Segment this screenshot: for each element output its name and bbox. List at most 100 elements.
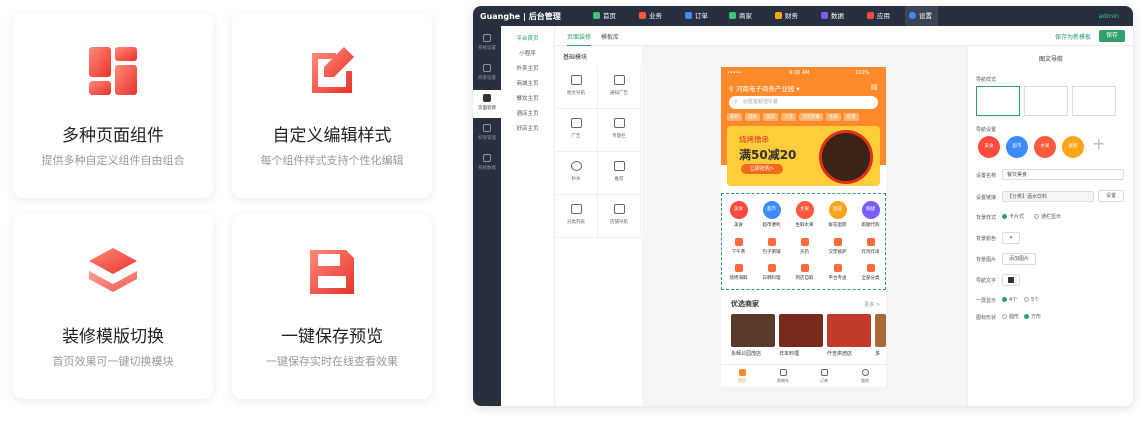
nav-merchants[interactable]: 商家 <box>729 6 752 26</box>
tag[interactable]: 酒水 <box>745 113 760 121</box>
bg-style-label: 背景样式 <box>976 215 997 221</box>
small-nav-item[interactable]: 炸鸡炸串 <box>854 238 887 255</box>
subnav-miniprogram[interactable]: 小程序 <box>501 47 554 62</box>
per-row-4-radio[interactable]: 4个 <box>1002 296 1017 303</box>
text-color-picker[interactable] <box>1002 274 1020 286</box>
nav-home[interactable]: 首页 <box>593 6 616 26</box>
tab-home[interactable]: 首页 <box>727 369 757 384</box>
banner-buy-button[interactable]: 立即抢购> <box>741 164 783 174</box>
user-icon <box>861 369 869 376</box>
food-image <box>819 130 873 184</box>
tag[interactable]: 汉堡 <box>781 113 796 121</box>
user-icon <box>483 124 491 132</box>
merchant-card[interactable]: 日本料理 <box>779 314 823 357</box>
link-set-button[interactable]: 设置 <box>1098 190 1124 202</box>
user-menu[interactable]: admin <box>1099 6 1119 26</box>
nav-style-option-selected[interactable] <box>976 86 1020 116</box>
banner-title: 烧烤撸串 <box>739 135 769 144</box>
small-nav-item[interactable]: 汉堡披萨 <box>821 238 854 255</box>
nav-style-option[interactable] <box>1024 86 1068 116</box>
nav-icon-setting[interactable]: 蛋糕 <box>1060 136 1086 161</box>
nav-icon-setting[interactable]: 超市 <box>1004 136 1030 161</box>
per-row-5-radio[interactable]: 5个 <box>1024 296 1039 303</box>
nav-icon-item[interactable]: 蛋糕 鲜花蛋糕 <box>821 201 854 228</box>
shape-round-radio[interactable]: 圆形 <box>1002 313 1019 320</box>
nav-finance[interactable]: 财务 <box>775 6 798 26</box>
subnav-dining[interactable]: 餐饮主页 <box>501 92 554 107</box>
component-topic[interactable]: 专题栏 <box>598 109 641 152</box>
sidebar-item-permission[interactable]: 权限管理 <box>473 120 501 148</box>
subnav-mall[interactable]: 商城主页 <box>501 77 554 92</box>
image-nav-block[interactable]: 美食 美食 超市 超市便利 水果 生鲜水果 蛋糕 鲜花蛋糕 跑腿 跑腿代购 下午茶 包子粥… <box>721 193 886 290</box>
name-input[interactable]: 餐饮美食 <box>1002 169 1124 180</box>
small-nav-item[interactable]: 烧烤海鲜 <box>722 264 755 281</box>
feature-card-template-switch: 装修模版切换 首页效果可一键切换模块 <box>13 214 213 399</box>
tab-profile[interactable]: 我的 <box>850 369 880 384</box>
small-nav-item[interactable]: 包子粥铺 <box>755 238 788 255</box>
tab-cart[interactable]: 购物车 <box>768 369 798 384</box>
tag[interactable]: 汉堡套餐 <box>799 113 823 121</box>
hot-tags: 披萨 酒水 旅游 汉堡 汉堡套餐 生鲜 奶茶 <box>727 113 887 121</box>
more-link[interactable]: 更多 > <box>864 301 880 308</box>
component-notice[interactable]: 通知广告 <box>598 66 641 109</box>
list-icon <box>570 204 582 214</box>
nav-settings[interactable]: 设置 <box>905 6 938 26</box>
sidebar-item-system[interactable]: 系统设置 <box>473 30 501 58</box>
nav-data[interactable]: 数据 <box>821 6 844 26</box>
nav-icon-item[interactable]: 水果 生鲜水果 <box>788 201 821 228</box>
save-button[interactable]: 保存 <box>1099 30 1125 42</box>
nav-business[interactable]: 业务 <box>639 6 662 26</box>
nav-icon-item[interactable]: 跑腿 跑腿代购 <box>854 201 887 228</box>
link-input[interactable]: 【分类】酒水饮料 <box>1002 191 1094 202</box>
sidebar-item-data[interactable]: 系统数据 <box>473 150 501 178</box>
small-nav-item[interactable]: 平台专送 <box>821 264 854 281</box>
bg-style-card-radio[interactable]: 卡片式 <box>1002 213 1024 220</box>
component-ad[interactable]: 广告 <box>555 109 598 152</box>
message-icon[interactable]: ▤ <box>871 83 878 91</box>
search-icon: ⚲ <box>734 99 738 105</box>
nav-style-option[interactable] <box>1072 86 1116 116</box>
component-flashsale[interactable]: 秒杀 <box>555 152 598 195</box>
add-icon[interactable]: + <box>1092 134 1105 153</box>
bg-style-full-radio[interactable]: 通栏显示 <box>1034 213 1061 220</box>
merchant-card[interactable]: 仟吉烘焙店 <box>827 314 871 357</box>
component-image-nav[interactable]: 图文导航 <box>555 66 598 109</box>
merchant-card[interactable]: 多 <box>875 314 886 357</box>
nav-icon-item[interactable]: 美食 美食 <box>722 201 755 228</box>
nav-orders[interactable]: 订单 <box>685 6 708 26</box>
small-nav-item[interactable]: 下午茶 <box>722 238 755 255</box>
tag[interactable]: 披萨 <box>727 113 742 121</box>
small-nav-item[interactable]: 全部分类 <box>854 264 887 281</box>
promo-banner[interactable]: 烧烤撸串 满50减20 立即抢购> <box>727 126 880 186</box>
tag[interactable]: 旅游 <box>763 113 778 121</box>
shape-square-radio[interactable]: 方形 <box>1024 313 1041 320</box>
sidebar-item-merchant[interactable]: 商家设置 <box>473 60 501 88</box>
subnav-takeout[interactable]: 外卖主页 <box>501 62 554 77</box>
add-image-button[interactable]: 添加图片 <box>1002 253 1036 265</box>
sidebar-item-decoration[interactable]: 页面装修 <box>473 90 501 118</box>
phone-search-input[interactable]: ⚲ 必胜客超值午餐 <box>729 96 878 109</box>
small-nav-item[interactable]: 日韩料理 <box>755 264 788 281</box>
small-nav-item[interactable]: 买药 <box>788 238 821 255</box>
subnav-platform-home[interactable]: 平台首页 <box>501 32 554 47</box>
small-nav-item[interactable]: 到店自取 <box>788 264 821 281</box>
nav-icon-item[interactable]: 超市 超市便利 <box>755 201 788 228</box>
nav-icon-setting[interactable]: 美食 <box>976 136 1002 161</box>
tag[interactable]: 生鲜 <box>826 113 841 121</box>
tab-template-library[interactable]: 模板库 <box>601 32 619 41</box>
bg-color-picker[interactable]: ▾ <box>1002 232 1020 244</box>
component-store-nav[interactable]: 店铺导航 <box>598 195 641 238</box>
location-selector[interactable]: ⚲ 河南电子商务产业园 ▾ <box>729 83 800 93</box>
tab-decoration[interactable]: 页面装修 <box>567 32 592 46</box>
nav-icon-setting[interactable]: 水果 <box>1032 136 1058 161</box>
save-as-template-link[interactable]: 保存为新模板 <box>1055 32 1091 41</box>
subnav-goodstore[interactable]: 好店主页 <box>501 122 554 137</box>
tag[interactable]: 奶茶 <box>844 113 859 121</box>
nav-apps[interactable]: 应用 <box>867 6 890 26</box>
component-category-list[interactable]: 分类列表 <box>555 195 598 238</box>
merchant-card[interactable]: 永辉公园茂店 <box>731 314 775 357</box>
component-recommend[interactable]: 推荐 <box>598 152 641 195</box>
subnav-hotel[interactable]: 酒店主页 <box>501 107 554 122</box>
featured-merchants: 优选商家 更多 > 永辉公园茂店 日本料理 仟吉烘焙店 多 <box>721 295 886 367</box>
tab-orders[interactable]: 订单 <box>809 369 839 384</box>
